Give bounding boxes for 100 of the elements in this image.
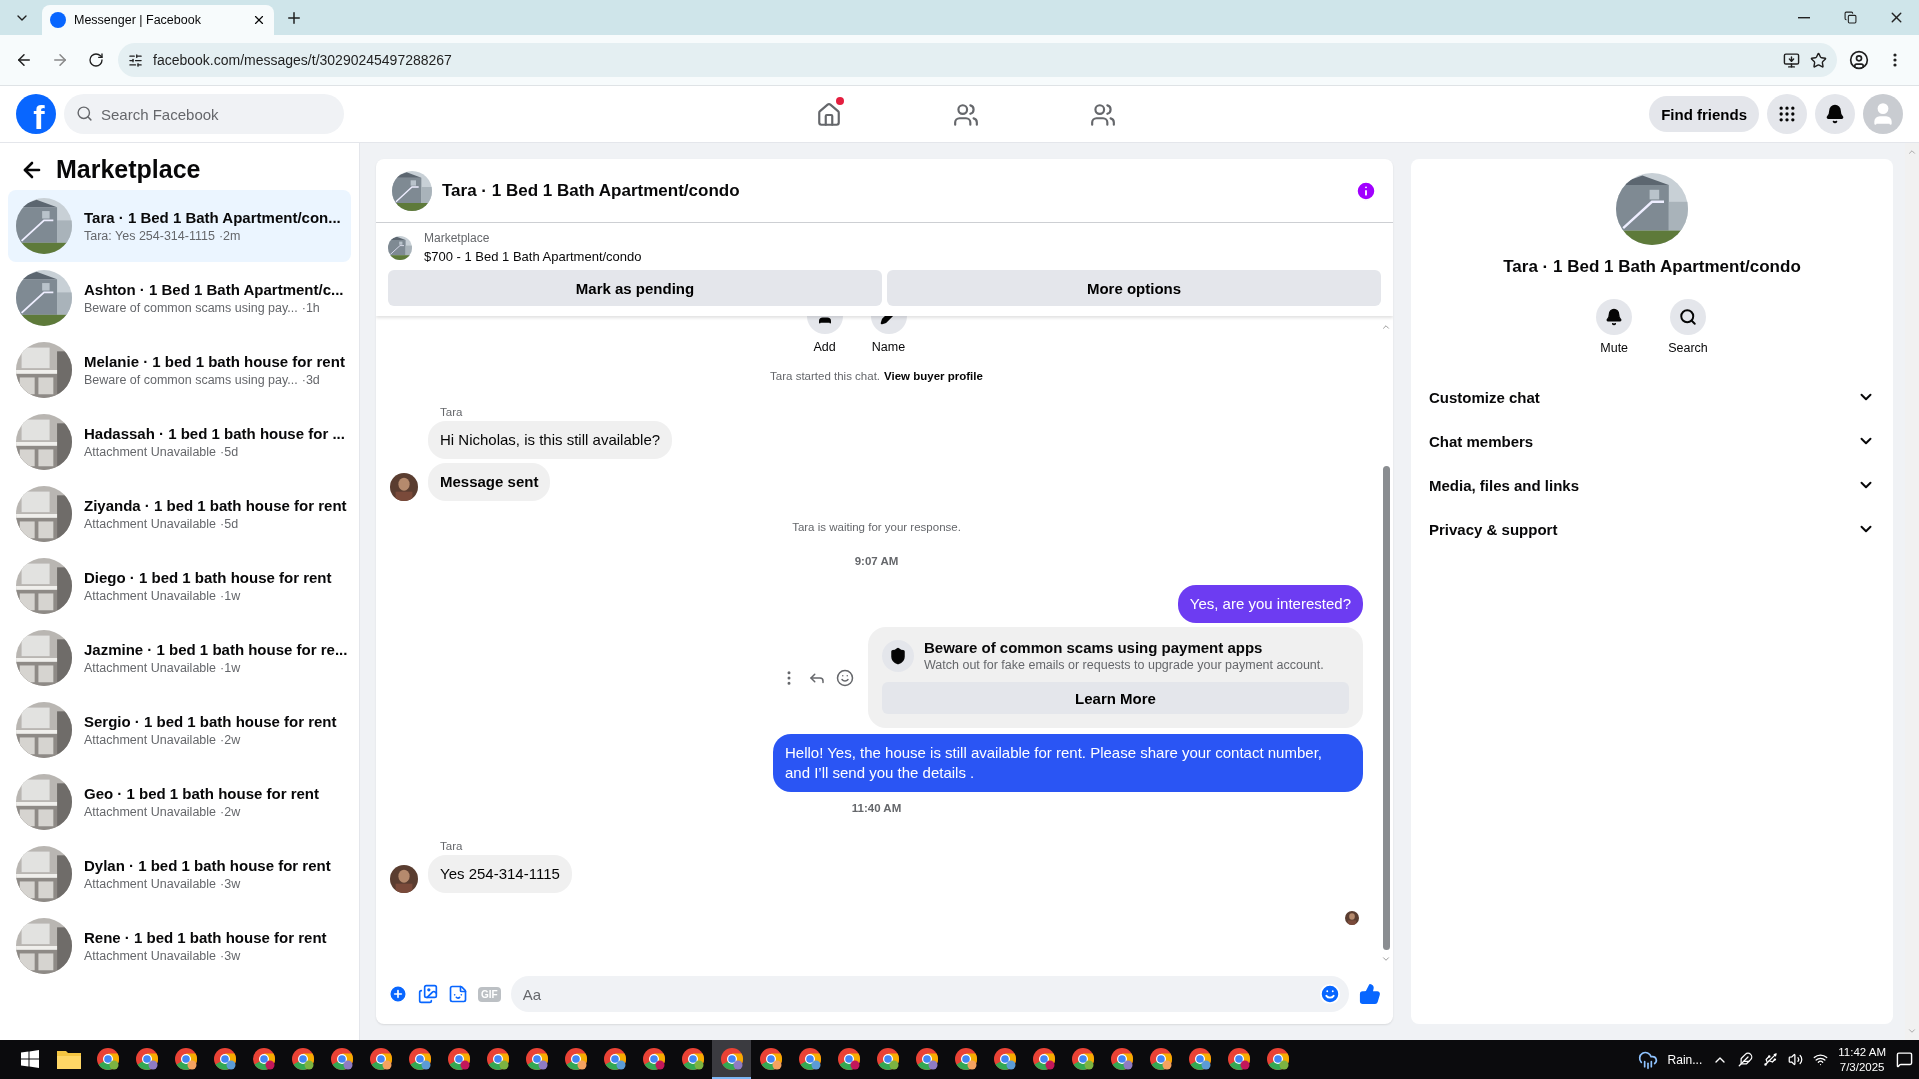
- folder-icon: [56, 1048, 81, 1069]
- windows-icon: [20, 1049, 39, 1068]
- message-bubble: Message sent: [428, 463, 551, 501]
- photo-icon[interactable]: [418, 984, 438, 1004]
- search-button[interactable]: [1670, 299, 1706, 335]
- browser-icon: [680, 1046, 705, 1071]
- browser-icon: [719, 1046, 744, 1071]
- browser-icon: [1226, 1046, 1251, 1071]
- browser-icon: [251, 1046, 276, 1071]
- conversation-item[interactable]: Rene · 1 bed 1 bath house for rent Attachment Unavailable ·3w: [8, 910, 351, 982]
- learn-more-button[interactable]: Learn More: [882, 682, 1349, 714]
- timestamp: 9:07 AM: [853, 555, 900, 567]
- notifications-button[interactable]: [1815, 94, 1855, 134]
- address-bar[interactable]: facebook.com/messages/t/30290245497288267: [118, 43, 1837, 77]
- weather-text[interactable]: Rain...: [1667, 1052, 1703, 1067]
- grid-icon: [1777, 104, 1797, 124]
- friends-icon: [952, 101, 979, 128]
- conversation-item[interactable]: Tara · 1 Bed 1 Bath Apartment/con... Tara: Yes 254-314-1115 ·2m: [8, 190, 351, 262]
- browser-icon: [95, 1046, 120, 1071]
- details-section[interactable]: Media, files and links: [1427, 463, 1877, 507]
- browser-icon: [563, 1046, 588, 1071]
- action-label: Mute: [1600, 341, 1629, 355]
- scrollbar-thumb[interactable]: [1382, 466, 1390, 950]
- browser-icon: [992, 1046, 1017, 1071]
- buyer-profile-link[interactable]: View buyer profile: [884, 370, 983, 382]
- emoji-icon[interactable]: [1319, 983, 1341, 1005]
- browser-icon: [329, 1046, 354, 1071]
- conversation-item[interactable]: Hadassah · 1 bed 1 bath house for ... Attachment Unavailable ·5d: [8, 406, 351, 478]
- details-section[interactable]: Privacy & support: [1427, 507, 1877, 551]
- browser-icon: [173, 1046, 198, 1071]
- conversation-item[interactable]: Diego · 1 bed 1 bath house for rent Attachment Unavailable ·1w: [8, 550, 351, 622]
- message-field[interactable]: Aa: [510, 976, 1349, 1012]
- details-section[interactable]: Chat members: [1427, 419, 1877, 463]
- action-button[interactable]: Mark as pending: [388, 270, 882, 306]
- browser-icon: [836, 1046, 861, 1071]
- sidebar-title: Marketplace: [56, 155, 201, 184]
- message-bubble: Hello! Yes, the house is still available for rent. Please share your contact number, and I’ll send you the details .: [773, 734, 1363, 792]
- sticker-icon[interactable]: [448, 984, 468, 1004]
- bell-icon: [1825, 104, 1845, 124]
- contact-name: Tara · 1 Bed 1 Bath Apartment/condo: [1503, 257, 1801, 277]
- shield-icon: [882, 639, 914, 672]
- system-message: Tara is waiting for your response.: [792, 521, 961, 533]
- search-field[interactable]: Search Facebook: [64, 94, 344, 134]
- conversation-item[interactable]: Jazmine · 1 bed 1 bath house for re... Attachment Unavailable ·1w: [8, 622, 351, 694]
- groups-icon: [1089, 101, 1116, 128]
- action-label: Search: [1668, 341, 1708, 355]
- message-bubble: Hi Nicholas, is this still available?: [428, 421, 673, 459]
- conversation-item[interactable]: Sergio · 1 bed 1 bath house for rent Attachment Unavailable ·2w: [8, 694, 351, 766]
- conversation-item[interactable]: Dylan · 1 bed 1 bath house for rent Attachment Unavailable ·3w: [8, 838, 351, 910]
- message-bubble: Yes, are you interested?: [1177, 585, 1363, 623]
- home-icon: [815, 101, 842, 128]
- install-icon: [1783, 51, 1800, 69]
- conversation-item[interactable]: Melanie · 1 bed 1 bath house for rent Beware of common scams using pay... ·3d: [8, 334, 351, 406]
- find-friends-button[interactable]: Find friends: [1649, 96, 1759, 132]
- browser-icon: [1109, 1046, 1134, 1071]
- conversation-item[interactable]: Ziyanda · 1 bed 1 bath house for rent Attachment Unavailable ·5d: [8, 478, 351, 550]
- back-icon: [15, 51, 33, 69]
- action-label: Add: [813, 340, 836, 354]
- scroll-up-icon: [1381, 322, 1391, 332]
- browser-icon: [368, 1046, 393, 1071]
- menu-button[interactable]: [1767, 94, 1807, 134]
- browser-icon: [602, 1046, 627, 1071]
- like-icon[interactable]: [1359, 983, 1381, 1005]
- listing-label: Marketplace: [424, 231, 491, 245]
- browser-icon: [758, 1046, 783, 1071]
- action-button[interactable]: More options: [887, 270, 1381, 306]
- mute-button[interactable]: [1596, 299, 1633, 335]
- network-icon: [1813, 1052, 1829, 1067]
- browser-icon: [407, 1046, 432, 1071]
- timestamp: 11:40 AM: [850, 802, 903, 814]
- sender-name: Tara: [440, 406, 464, 418]
- browser-tab[interactable]: Messenger | Facebook: [42, 5, 274, 35]
- restore-icon: [1843, 11, 1857, 24]
- notifications-icon: [1896, 1051, 1913, 1068]
- volume-icon: [1788, 1052, 1804, 1067]
- add-icon[interactable]: [388, 984, 408, 1004]
- conversation-item[interactable]: Ashton · 1 Bed 1 Bath Apartment/c... Beware of common scams using pay... ·1h: [8, 262, 351, 334]
- pen-icon: [1738, 1052, 1754, 1067]
- taskbar-app[interactable]: [712, 1040, 751, 1079]
- browser-icon: [1187, 1046, 1212, 1071]
- info-icon[interactable]: [1355, 179, 1377, 202]
- browser-icon: [1070, 1046, 1095, 1071]
- reload-icon: [88, 52, 104, 68]
- browser-icon: [212, 1046, 237, 1071]
- browser-icon: [524, 1046, 549, 1071]
- conversation-item[interactable]: Geo · 1 bed 1 bath house for rent Attachment Unavailable ·2w: [8, 766, 351, 838]
- browser-icon: [914, 1046, 939, 1071]
- react-icon[interactable]: [836, 668, 854, 687]
- scroll-up-icon: [1907, 147, 1917, 157]
- facebook-logo[interactable]: f: [16, 94, 56, 134]
- device-icon: [1763, 1052, 1779, 1067]
- browser-icon: [1148, 1046, 1173, 1071]
- browser-icon: [446, 1046, 471, 1071]
- browser-icon: [875, 1046, 900, 1071]
- bell-icon: [1605, 308, 1624, 326]
- clock[interactable]: 11:42 AM 7/3/2025: [1838, 1044, 1886, 1075]
- search-icon: [1679, 308, 1697, 326]
- details-section[interactable]: Customize chat: [1427, 375, 1877, 419]
- browser-icon: [797, 1046, 822, 1071]
- sender-name: Tara: [440, 840, 464, 852]
